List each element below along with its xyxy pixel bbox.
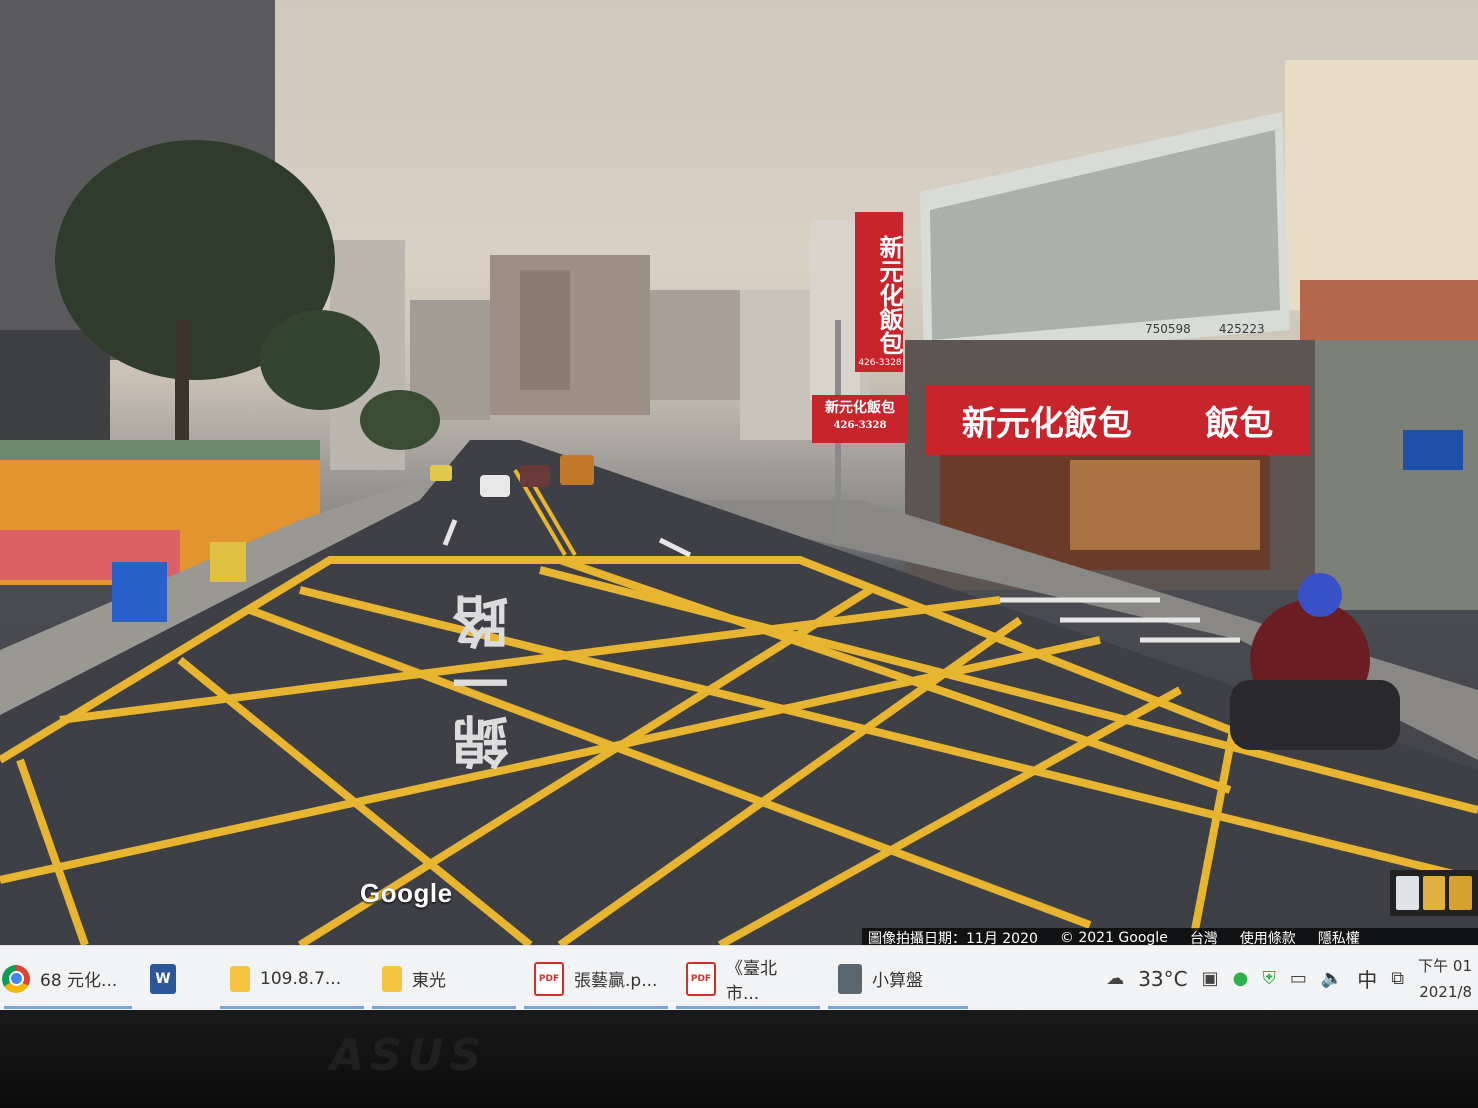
shop-sign-vertical-text: 新元化飯包 (875, 235, 904, 355)
taskbar-app-folder-2[interactable]: 東光 (368, 946, 520, 1011)
photo-thumbnails[interactable] (1390, 870, 1478, 916)
thumbnail[interactable] (1422, 876, 1446, 910)
road-marking-text: 錦一路 (453, 590, 518, 770)
shop-sign-right-text: 飯包 (1205, 403, 1274, 444)
calculator-icon (838, 963, 862, 994)
capture-date: 圖像拍攝日期：11月 2020 (868, 931, 1038, 945)
monitor-bezel: ASUS (0, 1010, 1478, 1108)
taskbar-app-label: 張藝贏.p... (574, 971, 658, 991)
clock-date: 2021/8 (1419, 982, 1472, 1001)
weather-icon[interactable]: ☁ (1106, 968, 1124, 989)
taskbar-app-pdf-2[interactable]: PDF 《臺北市... (672, 946, 824, 1011)
photos-icon[interactable]: ▣ (1202, 968, 1219, 989)
google-logo: Google (360, 878, 453, 908)
copyright: © 2021 Google (1059, 930, 1168, 945)
line-icon[interactable]: ● (1233, 968, 1249, 989)
taskbar-app-calculator[interactable]: 小算盤 (824, 946, 972, 1011)
brand-logo: ASUS (330, 1030, 488, 1081)
attribution-bar: 圖像拍攝日期：11月 2020 © 2021 Google 台灣 使用條款 隱私… (862, 928, 1478, 945)
thumbnail[interactable] (1449, 876, 1473, 910)
clock-time: 下午 01 (1418, 956, 1472, 975)
notification-icon[interactable]: ⧉ (1391, 968, 1404, 989)
monitor-screen: 新元化飯包 426-3328 新元化飯包 飯包 新元化飯包 426-3328 7… (0, 0, 1478, 1108)
privacy-link[interactable]: 隱私權 (1318, 928, 1360, 945)
ime-indicator[interactable]: 中 (1357, 964, 1377, 993)
pdf-icon: PDF (686, 961, 716, 996)
taskbar: 68 元化... W 109.8.7... 東光 PDF 張藝贏.p... PD… (0, 945, 1478, 1011)
network-icon[interactable]: ▭ (1290, 968, 1307, 989)
thumbnail[interactable] (1396, 876, 1419, 910)
chrome-icon (2, 964, 30, 993)
billboard: 750598 425223 (1145, 322, 1265, 336)
taskbar-app-label: 109.8.7... (260, 968, 342, 989)
street-scene (0, 0, 1478, 945)
shop-sign-main: 新元化飯包 飯包 (925, 385, 1310, 455)
taskbar-app-pdf-1[interactable]: PDF 張藝贏.p... (520, 946, 672, 1011)
street-view-panorama[interactable]: 新元化飯包 426-3328 新元化飯包 飯包 新元化飯包 426-3328 7… (0, 0, 1478, 945)
taskbar-app-label: 東光 (412, 971, 446, 991)
shop-sign-vertical-phone: 426-3328 (858, 358, 902, 368)
folder-icon (230, 965, 250, 992)
temperature[interactable]: 33°C (1138, 967, 1187, 991)
system-tray: ☁ 33°C ▣ ● ⛨ ▭ 🔈 中 ⧉ 下午 01 2021/8 (1106, 946, 1478, 1011)
pdf-icon: PDF (534, 961, 564, 996)
shop-sign-left: 新元化飯包 426-3328 (812, 395, 908, 443)
volume-icon[interactable]: 🔈 (1321, 968, 1343, 989)
shop-sign-vertical: 新元化飯包 (855, 212, 904, 372)
region-link[interactable]: 台灣 (1190, 928, 1218, 945)
taskbar-app-label: 《臺北市... (725, 958, 777, 1004)
word-icon: W (150, 963, 176, 994)
taskbar-app-chrome[interactable]: 68 元化... (0, 946, 136, 1011)
terms-link[interactable]: 使用條款 (1240, 928, 1296, 945)
billboard-phone-1: 750598 (1145, 322, 1191, 336)
billboard-phone-2: 425223 (1218, 322, 1265, 336)
taskbar-app-word[interactable]: W (136, 946, 216, 1011)
clock[interactable]: 下午 01 2021/8 (1418, 953, 1472, 1005)
folder-icon (382, 965, 402, 992)
taskbar-app-label: 小算盤 (872, 971, 923, 991)
shop-sign-left-text: 新元化飯包 (825, 400, 895, 416)
security-shield-icon[interactable]: ⛨ (1262, 968, 1276, 989)
taskbar-app-folder-1[interactable]: 109.8.7... (216, 946, 368, 1011)
taskbar-app-label: 68 元化... (40, 971, 118, 991)
shop-sign-left-phone: 426-3328 (833, 420, 887, 431)
shop-sign-main-text: 新元化飯包 (961, 403, 1132, 444)
